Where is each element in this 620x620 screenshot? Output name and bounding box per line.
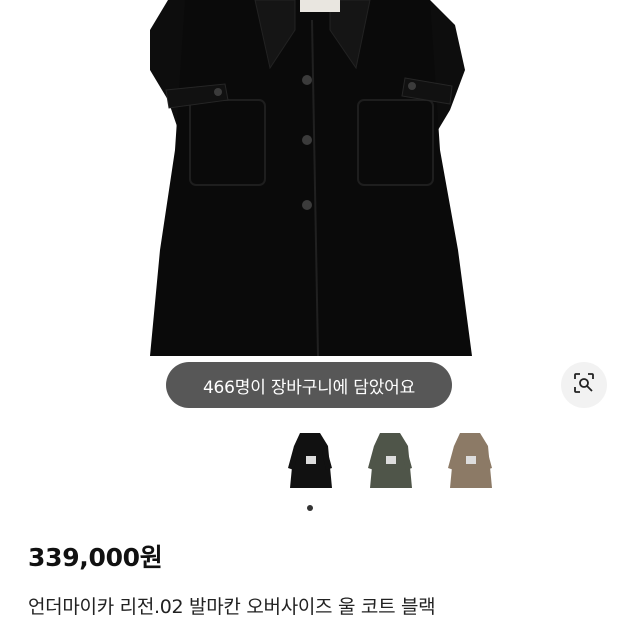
thumbnail-strip bbox=[0, 428, 620, 498]
image-search-button[interactable] bbox=[561, 362, 607, 408]
thumbnail-khaki[interactable] bbox=[362, 428, 418, 498]
thumbnail-indicator bbox=[0, 505, 620, 513]
coat-thumbnail-icon bbox=[288, 433, 332, 488]
product-main-image[interactable] bbox=[0, 0, 620, 420]
coat-thumbnail-icon bbox=[448, 433, 492, 488]
product-title: 언더마이카 리전.02 발마칸 오버사이즈 울 코트 블랙 bbox=[28, 596, 436, 618]
indicator-dot-active bbox=[307, 505, 313, 511]
cart-count-text: 466명이 장바구니에 담았어요 bbox=[202, 377, 416, 398]
coat-illustration bbox=[150, 0, 472, 357]
product-price: 339,000원 bbox=[28, 543, 163, 572]
coat-thumbnail-icon bbox=[368, 433, 412, 488]
cart-count-badge: 466명이 장바구니에 담았어요 bbox=[166, 362, 452, 408]
image-search-icon bbox=[573, 372, 595, 398]
thumbnail-beige[interactable] bbox=[442, 428, 498, 498]
thumbnail-black[interactable] bbox=[282, 428, 338, 498]
